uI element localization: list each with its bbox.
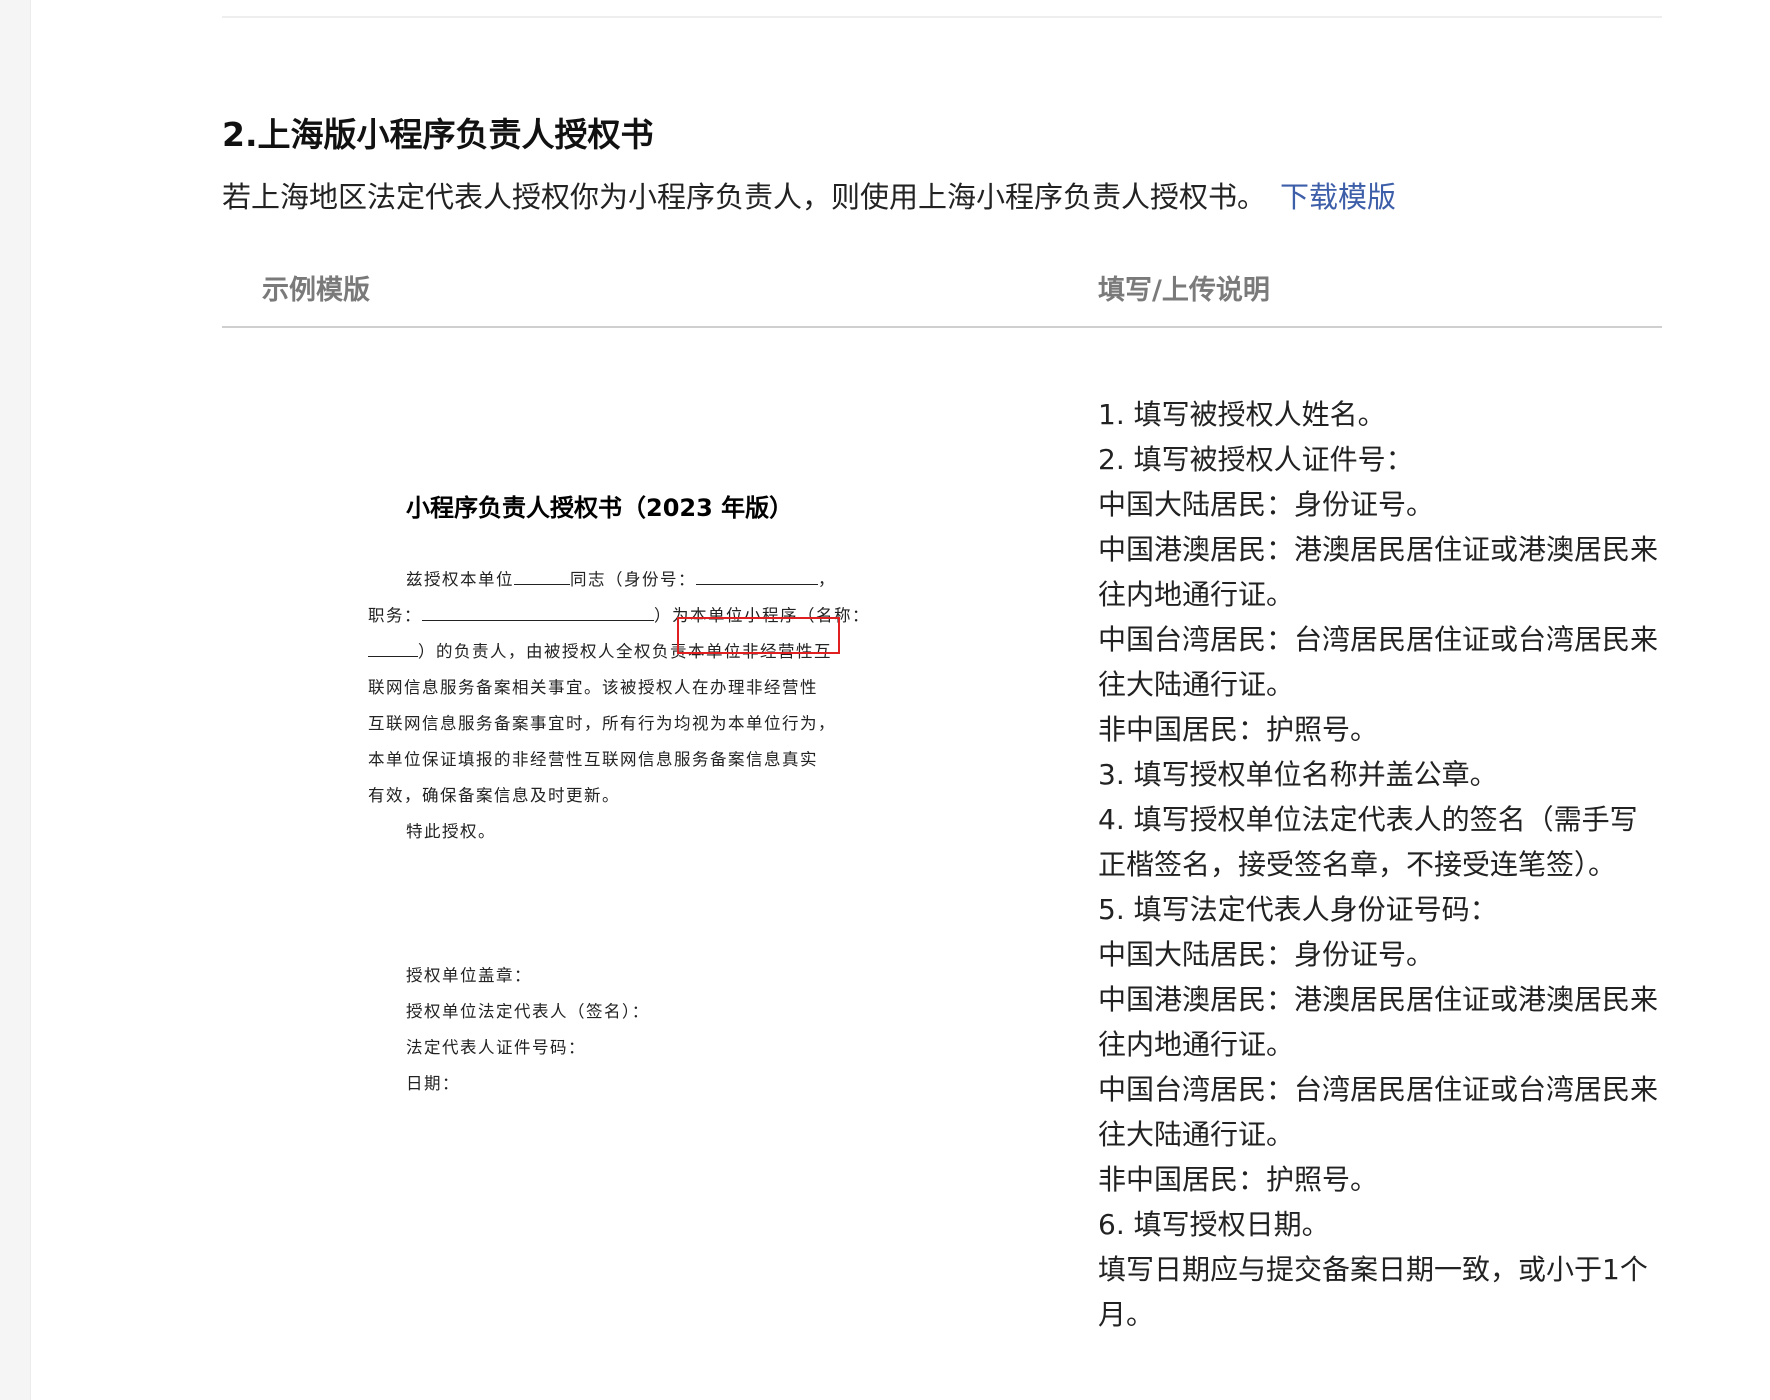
table-header-divider	[222, 326, 1662, 328]
document-line-4: 联网信息服务备案相关事宜。该被授权人在办理非经营性	[368, 678, 818, 697]
instruction-item: 中国港澳居民：港澳居民居住证或港澳居民来往内地通行证。	[1098, 533, 1659, 611]
section-title: 2.上海版小程序负责人授权书	[222, 115, 654, 154]
divider	[222, 16, 1662, 18]
instruction-item: 中国台湾居民：台湾居民居住证或台湾居民来往大陆通行证。	[1098, 623, 1659, 701]
instruction-item: 非中国居民：护照号。	[1098, 713, 1379, 746]
instructions-list: 1. 填写被授权人姓名。 2. 填写被授权人证件号： 中国大陆居民：身份证号。 …	[1098, 392, 1658, 1337]
document-title: 小程序负责人授权书（2023 年版）	[406, 494, 794, 522]
instruction-item: 5. 填写法定代表人身份证号码：	[1098, 893, 1498, 926]
signature-line-id: 法定代表人证件号码：	[406, 1038, 586, 1057]
document-line-6: 本单位保证填报的非经营性互联网信息服务备案信息真实	[368, 750, 818, 769]
blank-field	[422, 606, 654, 621]
document-line-7: 有效，确保备案信息及时更新。	[368, 786, 620, 805]
instruction-item: 中国台湾居民：台湾居民居住证或台湾居民来往大陆通行证。	[1098, 1073, 1659, 1151]
signature-line-representative: 授权单位法定代表人（签名）：	[406, 1002, 650, 1021]
document-line-5: 互联网信息服务备案事宜时，所有行为均视为本单位行为，	[368, 714, 836, 733]
instruction-item: 1. 填写被授权人姓名。	[1098, 398, 1386, 431]
blank-field	[696, 570, 818, 585]
column-header-example: 示例模版	[262, 275, 370, 306]
section-intro: 若上海地区法定代表人授权你为小程序负责人，则使用上海小程序负责人授权书。 下载模版	[222, 174, 1396, 216]
highlight-box	[677, 617, 840, 654]
instruction-item: 4. 填写授权单位法定代表人的签名（需手写正楷签名，接受签名章，不接受连笔签）。	[1098, 803, 1638, 881]
intro-text: 若上海地区法定代表人授权你为小程序负责人，则使用上海小程序负责人授权书。	[222, 180, 1267, 214]
document-line-8: 特此授权。	[406, 822, 496, 841]
instruction-item: 6. 填写授权日期。	[1098, 1208, 1330, 1241]
blank-field	[514, 570, 570, 585]
instruction-item: 非中国居民：护照号。	[1098, 1163, 1379, 1196]
instruction-item: 3. 填写授权单位名称并盖公章。	[1098, 758, 1498, 791]
download-template-link[interactable]: 下载模版	[1280, 180, 1396, 214]
column-header-instructions: 填写/上传说明	[1098, 275, 1270, 306]
instruction-item: 2. 填写被授权人证件号：	[1098, 443, 1414, 476]
blank-field	[368, 642, 418, 657]
signature-line-seal: 授权单位盖章：	[406, 966, 532, 985]
sample-document-image: 小程序负责人授权书（2023 年版） 兹授权本单位 同志（身份号：， 职务： ）为本…	[360, 480, 869, 1100]
document-line-1: 兹授权本单位 同志（身份号：，	[406, 570, 836, 589]
instruction-item: 中国大陆居民：身份证号。	[1098, 488, 1435, 521]
signature-line-date: 日期：	[406, 1074, 460, 1093]
instruction-item: 中国港澳居民：港澳居民居住证或港澳居民来往内地通行证。	[1098, 983, 1659, 1061]
instruction-item: 填写日期应与提交备案日期一致，或小于1个月。	[1098, 1253, 1648, 1331]
left-gutter	[0, 0, 31, 1400]
instruction-item: 中国大陆居民：身份证号。	[1098, 938, 1435, 971]
